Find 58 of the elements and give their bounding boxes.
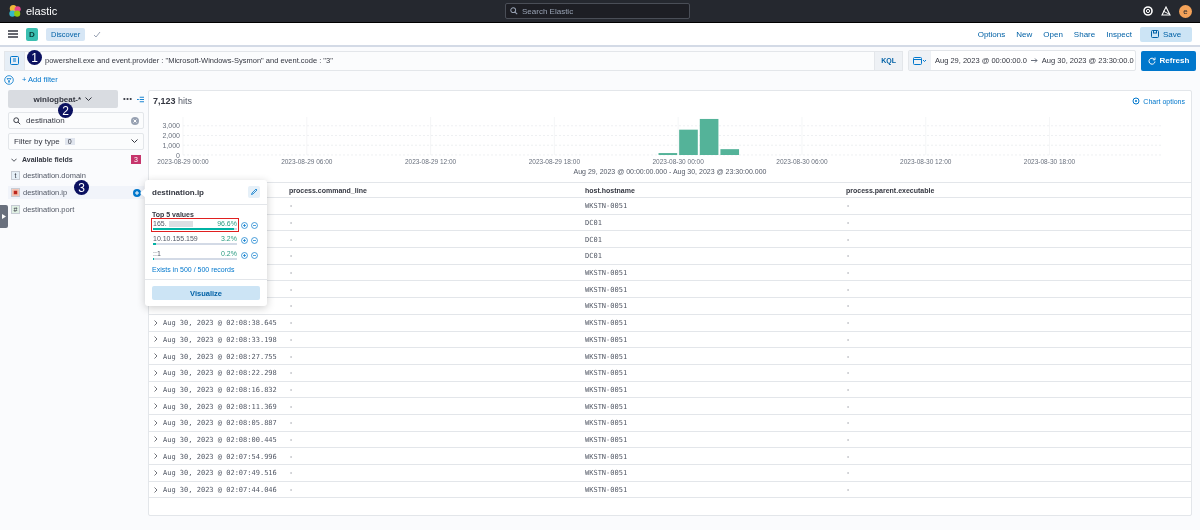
list-icon[interactable] [136, 95, 144, 103]
expand-icon[interactable] [154, 469, 158, 476]
expand-icon[interactable] [154, 319, 158, 326]
nav-link[interactable]: New [1016, 29, 1033, 39]
histogram-bar[interactable] [699, 118, 719, 155]
expand-icon[interactable] [154, 336, 158, 343]
expand-icon [2, 214, 6, 219]
calendar-icon[interactable] [909, 51, 931, 70]
filter-out-icon[interactable] [251, 236, 258, 244]
caret-icon [85, 96, 93, 102]
expand-icon[interactable] [154, 436, 158, 443]
popover-title: destination.ip [152, 187, 204, 197]
expand-icon[interactable] [154, 486, 158, 493]
ip-field-icon [11, 188, 20, 197]
expand-icon[interactable] [154, 369, 158, 376]
caret-icon [131, 139, 138, 144]
refresh-icon [1147, 56, 1156, 65]
nav-link[interactable]: Inspect [1106, 29, 1132, 39]
refresh-button[interactable]: Refresh [1141, 50, 1196, 71]
search-icon [13, 116, 21, 125]
filter-in-icon[interactable] [241, 251, 248, 259]
nav-link[interactable]: Share [1073, 29, 1096, 39]
expand-icon[interactable] [154, 419, 158, 426]
logo-icon[interactable] [8, 4, 22, 18]
search-field[interactable]: Search Elastic [505, 3, 690, 19]
caret-icon[interactable] [11, 156, 17, 163]
nav-link[interactable]: Options [977, 29, 1006, 39]
edit-icon[interactable] [248, 186, 260, 198]
expand-icon[interactable] [154, 353, 158, 360]
add-icon[interactable] [133, 188, 141, 197]
user-avatar[interactable]: e [1179, 4, 1192, 18]
search-icon [510, 7, 518, 15]
more-icon[interactable] [122, 97, 132, 101]
space-avatar[interactable]: D [26, 27, 38, 41]
gear-icon[interactable] [1132, 97, 1141, 105]
check-icon [93, 30, 102, 38]
expand-icon[interactable] [154, 453, 158, 460]
clear-icon[interactable] [131, 116, 139, 125]
filter-in-icon[interactable] [241, 236, 248, 244]
expand-icon[interactable] [154, 386, 158, 393]
nav-link[interactable]: Open [1043, 29, 1063, 39]
hits-count: 7,123 hits [153, 96, 193, 106]
save-icon [1150, 30, 1159, 38]
logo-text[interactable]: elastic [26, 5, 58, 17]
arrow-icon [1030, 56, 1038, 65]
newsfeed-icon[interactable] [1161, 6, 1171, 16]
saved-query-icon [10, 56, 19, 65]
filter-out-icon[interactable] [251, 221, 258, 229]
help-icon[interactable] [1143, 6, 1153, 16]
sidebar-toggle[interactable] [0, 205, 8, 228]
filter-out-icon[interactable] [251, 251, 258, 259]
filter-options-icon[interactable] [4, 74, 14, 85]
histogram-bar[interactable] [720, 149, 740, 155]
saved-query-button[interactable] [4, 50, 24, 71]
expand-icon[interactable] [154, 403, 158, 410]
menu-icon[interactable] [8, 30, 18, 38]
filter-in-icon[interactable] [241, 221, 248, 229]
save-button[interactable]: Save [1140, 26, 1192, 42]
